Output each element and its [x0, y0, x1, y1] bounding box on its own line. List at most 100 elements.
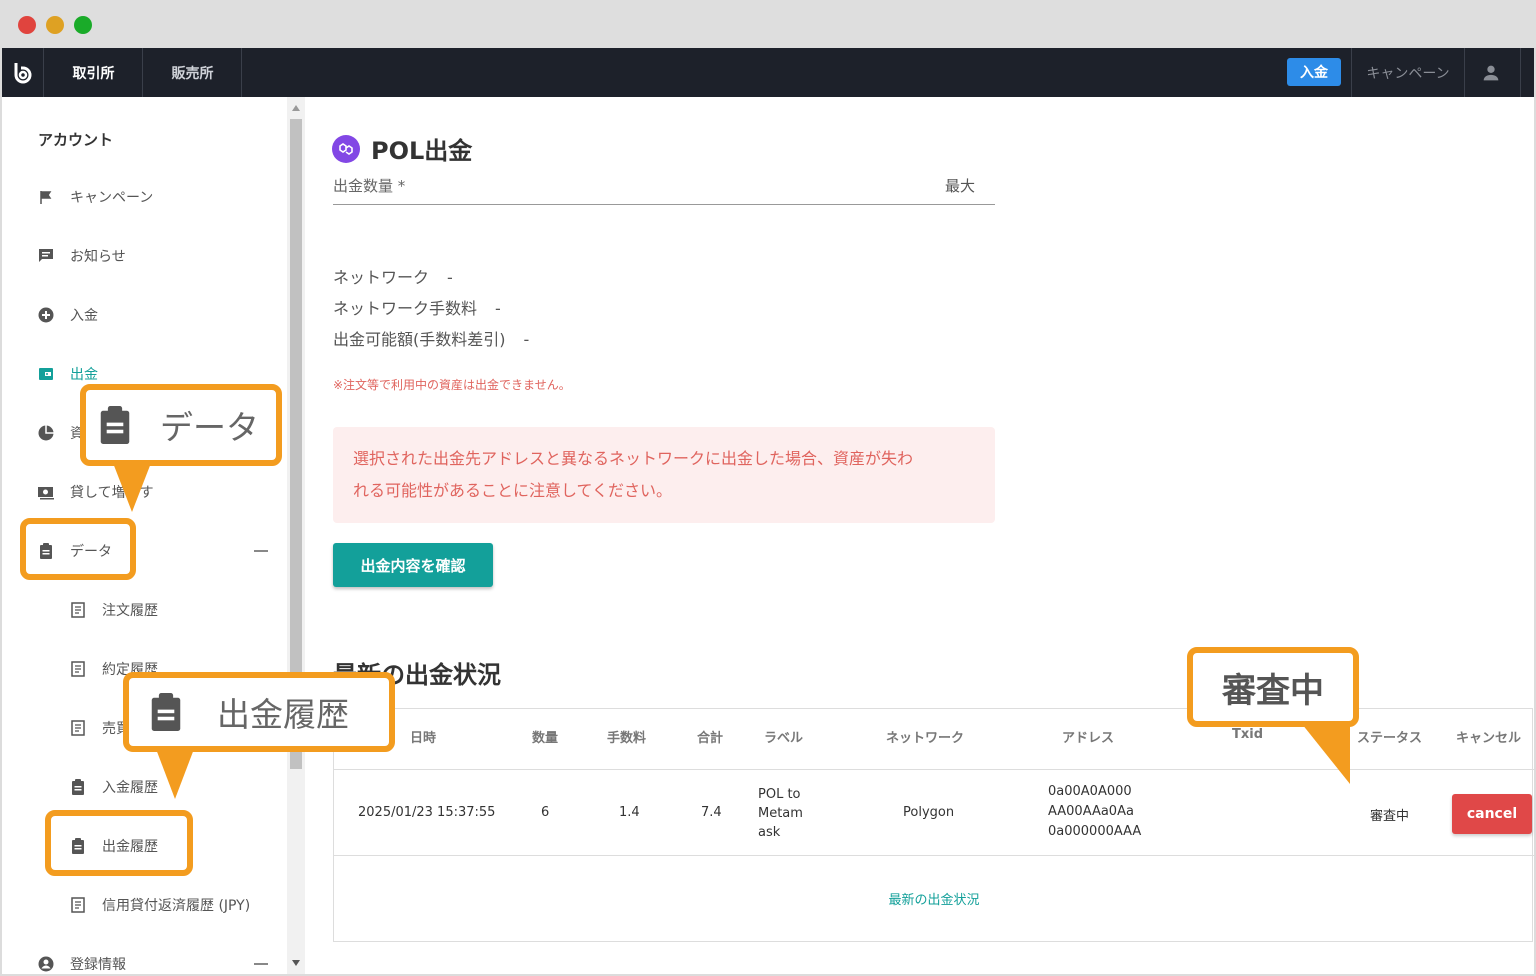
table-row: 2025/01/23 15:37:55 6 1.4 7.4 POL to Met… [334, 769, 1534, 856]
sidebar-item-credit-repayment-history[interactable]: 信用貸付返済履歴 (JPY) [68, 893, 250, 917]
document-icon [68, 659, 88, 679]
column-header: キャンセル [1456, 731, 1522, 746]
collapse-icon[interactable] [254, 550, 268, 552]
row-label-line: POL to [758, 787, 801, 802]
max-button[interactable]: 最大 [945, 175, 975, 196]
data-highlight-box [20, 518, 136, 580]
sidebar-item-label: 登録情報 [70, 957, 126, 973]
column-header: ラベル [764, 731, 804, 746]
available-value: - [523, 330, 530, 349]
sidebar-item-label: キャンペーン [70, 190, 154, 206]
minimize-window-button[interactable] [46, 16, 64, 34]
document-icon [68, 600, 88, 620]
top-navigation: 取引所 販売所 入金 キャンペーン [2, 48, 1534, 97]
available-label: 出金可能額(手数料差引) [333, 330, 506, 349]
column-header: 日時 [410, 731, 437, 746]
row-quantity: 6 [541, 805, 550, 820]
tab-store[interactable]: 販売所 [144, 48, 242, 97]
account-circle-icon [36, 954, 56, 974]
callout-pointer [113, 463, 151, 512]
column-header: 合計 [697, 731, 724, 746]
column-header: 手数料 [607, 731, 647, 746]
campaign-link[interactable]: キャンペーン [1352, 48, 1464, 97]
withdraw-history-highlight-box [45, 810, 193, 876]
nav-divider [1464, 48, 1465, 97]
row-network: Polygon [903, 805, 955, 820]
scroll-up-arrow-icon[interactable] [292, 105, 300, 111]
maximize-window-button[interactable] [74, 16, 92, 34]
user-icon[interactable] [1480, 62, 1502, 88]
column-header: 数量 [532, 731, 559, 746]
polygon-coin-icon [332, 134, 360, 163]
network-label: ネットワーク [333, 268, 430, 287]
deposit-button[interactable]: 入金 [1287, 58, 1341, 86]
column-header: ステータス [1357, 731, 1423, 746]
clipboard-icon [98, 406, 132, 444]
withdraw-history-callout: 出金履歴 [123, 672, 395, 752]
document-icon [68, 718, 88, 738]
sidebar-item-assets[interactable]: 資 [36, 421, 84, 445]
sidebar-item-label: 注文履歴 [102, 603, 158, 619]
row-datetime: 2025/01/23 15:37:55 [358, 805, 496, 820]
sidebar-item-withdraw[interactable]: 出金 [36, 362, 98, 386]
message-icon [36, 246, 56, 266]
document-icon [68, 895, 88, 915]
network-fee-label: ネットワーク手数料 [333, 299, 478, 318]
sidebar-item-news[interactable]: お知らせ [36, 244, 126, 268]
status-callout: 審査中 [1187, 647, 1359, 727]
amount-label: 出金数量 * [333, 177, 406, 195]
sidebar-item-order-history[interactable]: 注文履歴 [68, 598, 158, 622]
plus-circle-icon [36, 305, 56, 325]
sidebar-scrollbar[interactable] [287, 97, 305, 974]
withdraw-amount-input[interactable]: 出金数量 * 最大 [333, 171, 995, 205]
tab-exchange[interactable]: 取引所 [45, 48, 143, 97]
row-status: 審査中 [1370, 809, 1410, 824]
network-fee-row: ネットワーク手数料 - [333, 295, 501, 319]
cash-icon [36, 482, 56, 502]
column-header: Txid [1232, 727, 1264, 742]
withdraw-status-table: 日時 数量 手数料 合計 ラベル ネットワーク アドレス Txid ステータス … [333, 708, 1534, 942]
collapse-icon[interactable] [254, 963, 268, 965]
sidebar-item-registration[interactable]: 登録情報 [36, 952, 126, 974]
row-address-line: 0a00A0A000 [1048, 784, 1132, 799]
row-label: POL to Metam ask [758, 785, 803, 842]
close-window-button[interactable] [18, 16, 36, 34]
clipboard-icon [149, 693, 183, 731]
clipboard-icon [68, 777, 88, 797]
page-title-text: POL出金 [371, 137, 473, 165]
warning-line: れる可能性があることに注意してください。 [353, 481, 673, 500]
sidebar-item-label: 出金 [70, 367, 98, 383]
sidebar-item-deposit-history[interactable]: 入金履歴 [68, 775, 158, 799]
nav-divider [1520, 48, 1521, 97]
cancel-withdraw-button[interactable]: cancel [1452, 794, 1532, 834]
sidebar-item-label: 入金履歴 [102, 780, 158, 796]
network-value: - [447, 268, 453, 287]
wallet-icon [36, 364, 56, 384]
callout-text: 出金履歴 [217, 695, 349, 734]
row-address-line: AA00AAa0Aa [1048, 804, 1134, 819]
column-header: アドレス [1062, 731, 1115, 746]
sidebar-item-sales-history[interactable]: 売買 [68, 716, 130, 740]
sidebar-item-label: 信用貸付返済履歴 (JPY) [102, 898, 251, 914]
window-titlebar [0, 0, 1536, 48]
callout-text: 審査中 [1222, 670, 1324, 711]
page-title: POL出金 [332, 131, 472, 166]
row-total: 7.4 [701, 805, 722, 820]
callout-text: データ [160, 408, 259, 447]
callout-pointer [156, 749, 194, 799]
sidebar-item-campaign[interactable]: キャンペーン [36, 185, 153, 209]
row-fee: 1.4 [619, 805, 640, 820]
sidebar-item-deposit[interactable]: 入金 [36, 303, 98, 327]
withdraw-note: ※注文等で利用中の資産は出金できません。 [333, 378, 571, 392]
confirm-withdraw-button[interactable]: 出金内容を確認 [333, 543, 493, 587]
row-label-line: Metam [758, 806, 803, 821]
logo-icon[interactable] [2, 48, 44, 97]
network-fee-value: - [495, 299, 501, 318]
available-row: 出金可能額(手数料差引) - [333, 326, 529, 350]
scroll-down-arrow-icon[interactable] [292, 960, 300, 966]
network-row: ネットワーク - [333, 264, 453, 288]
latest-status-link[interactable]: 最新の出金状況 [334, 889, 1534, 908]
sidebar-title: アカウント [38, 131, 114, 149]
pie-chart-icon [36, 423, 56, 443]
row-label-line: ask [758, 825, 781, 840]
